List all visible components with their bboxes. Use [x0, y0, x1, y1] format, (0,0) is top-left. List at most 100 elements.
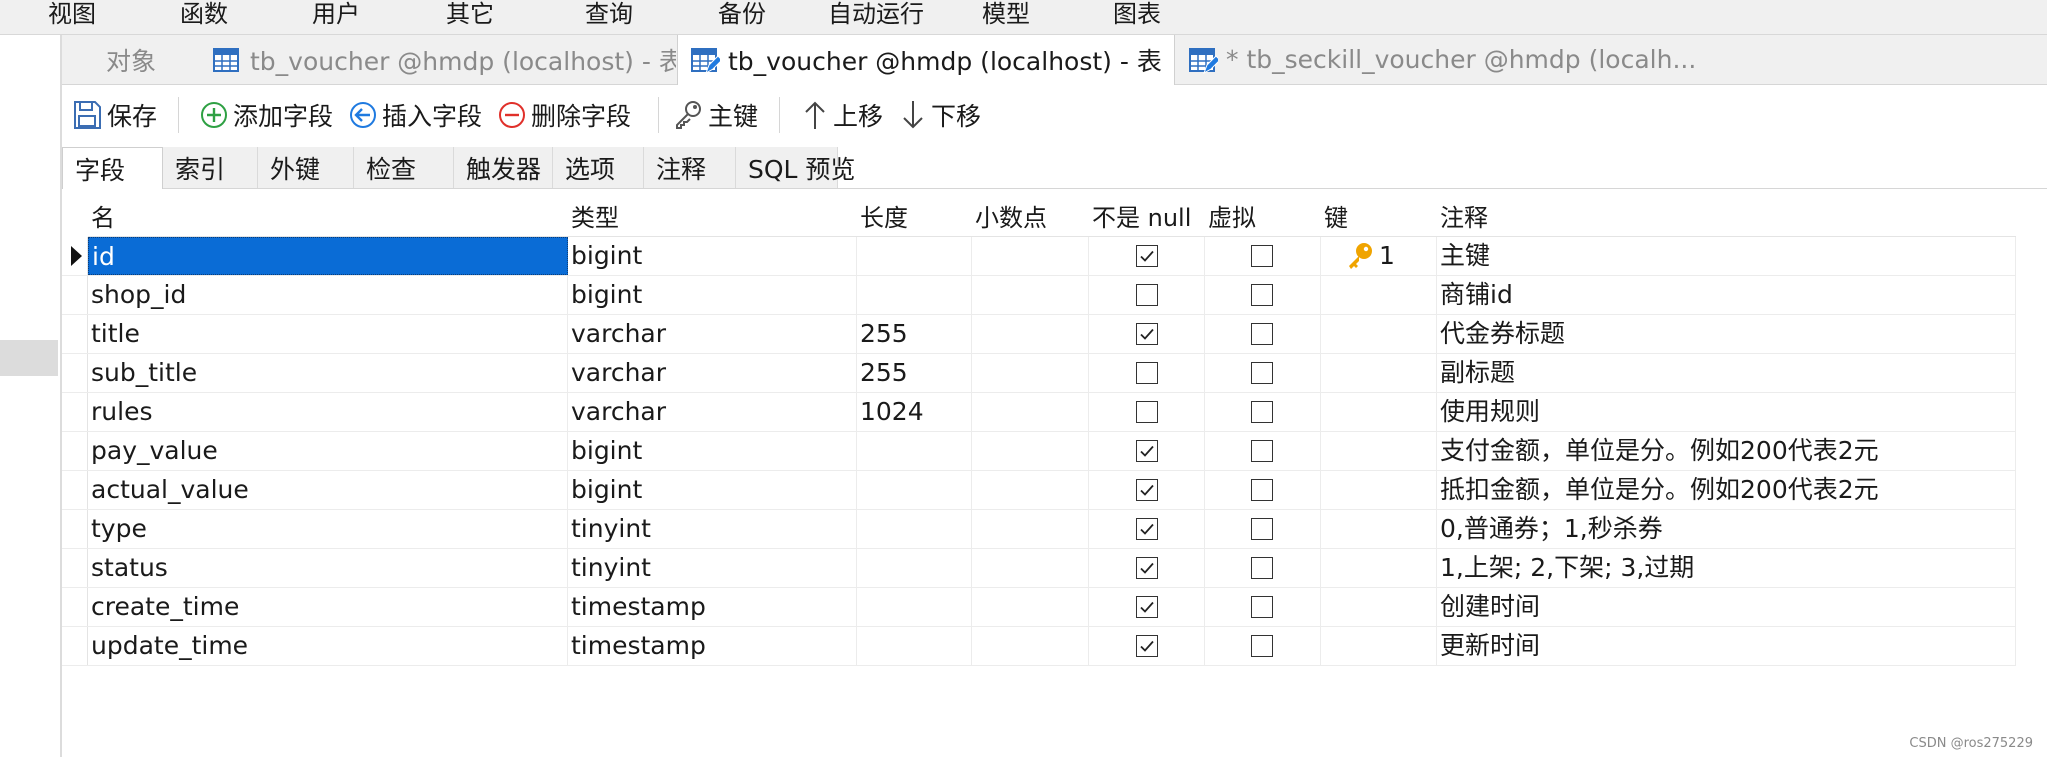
field-decimals-cell[interactable] [972, 276, 1089, 314]
not-null-checkbox[interactable] [1136, 362, 1158, 384]
field-type-cell[interactable]: bigint [568, 237, 857, 275]
document-tab-2[interactable]: tb_voucher @hmdp (localhost) - 表 [677, 35, 1175, 85]
key-cell[interactable] [1321, 471, 1437, 509]
field-type-cell[interactable]: bigint [568, 471, 857, 509]
row-indicator[interactable] [62, 627, 88, 665]
table-row[interactable]: actual_value bigint 抵扣金额，单位是分。例如200代表2元 [62, 471, 2016, 510]
row-indicator[interactable] [62, 510, 88, 548]
virtual-cell[interactable] [1205, 237, 1321, 275]
virtual-cell[interactable] [1205, 627, 1321, 665]
table-row[interactable]: shop_id bigint 商铺id [62, 276, 2016, 315]
virtual-checkbox[interactable] [1251, 284, 1273, 306]
column-header-col-length[interactable]: 长度 [857, 200, 972, 237]
virtual-cell[interactable] [1205, 588, 1321, 626]
field-length-cell[interactable] [857, 549, 972, 587]
not-null-cell[interactable] [1089, 237, 1205, 275]
menu-item-3[interactable]: 其它 [446, 0, 494, 29]
key-cell[interactable] [1321, 315, 1437, 353]
field-decimals-cell[interactable] [972, 354, 1089, 392]
column-header-col-not-null[interactable]: 不是 null [1089, 200, 1205, 237]
key-cell[interactable] [1321, 354, 1437, 392]
virtual-checkbox[interactable] [1251, 440, 1273, 462]
field-comment-cell[interactable]: 主键 [1437, 237, 2016, 275]
field-decimals-cell[interactable] [972, 315, 1089, 353]
field-comment-cell[interactable]: 0,普通券；1,秒杀券 [1437, 510, 2016, 548]
menu-item-5[interactable]: 备份 [718, 0, 766, 29]
table-row[interactable]: create_time timestamp 创建时间 [62, 588, 2016, 627]
column-header-col-virtual[interactable]: 虚拟 [1205, 200, 1321, 237]
sidebar-selected-item[interactable] [0, 340, 58, 376]
field-length-cell[interactable] [857, 237, 972, 275]
field-comment-cell[interactable]: 商铺id [1437, 276, 2016, 314]
field-comment-cell[interactable]: 更新时间 [1437, 627, 2016, 665]
field-type-cell[interactable]: bigint [568, 276, 857, 314]
document-tab-3[interactable]: * tb_seckill_voucher @hmdp (localh... [1176, 35, 1700, 84]
virtual-cell[interactable] [1205, 471, 1321, 509]
primary-key-button[interactable]: 主键 [672, 97, 758, 133]
key-cell[interactable] [1321, 549, 1437, 587]
field-name-cell[interactable]: title [88, 315, 568, 353]
virtual-checkbox[interactable] [1251, 479, 1273, 501]
field-length-cell[interactable] [857, 588, 972, 626]
not-null-checkbox[interactable] [1136, 557, 1158, 579]
sub-tab-7[interactable]: SQL 预览 [736, 147, 855, 188]
column-header-col-comment[interactable]: 注释 [1437, 200, 2016, 237]
not-null-checkbox[interactable] [1136, 596, 1158, 618]
table-row[interactable]: id bigint 1 主键 [62, 237, 2016, 276]
field-name-cell[interactable]: type [88, 510, 568, 548]
row-indicator[interactable] [62, 549, 88, 587]
field-decimals-cell[interactable] [972, 237, 1089, 275]
not-null-cell[interactable] [1089, 393, 1205, 431]
add-field-button[interactable]: 添加字段 [199, 97, 333, 133]
row-indicator[interactable] [62, 393, 88, 431]
not-null-checkbox[interactable] [1136, 245, 1158, 267]
field-comment-cell[interactable]: 创建时间 [1437, 588, 2016, 626]
save-button[interactable]: 保存 [71, 97, 157, 133]
virtual-cell[interactable] [1205, 276, 1321, 314]
virtual-checkbox[interactable] [1251, 245, 1273, 267]
not-null-checkbox[interactable] [1136, 518, 1158, 540]
field-name-cell[interactable]: create_time [88, 588, 568, 626]
virtual-checkbox[interactable] [1251, 596, 1273, 618]
key-cell[interactable] [1321, 393, 1437, 431]
sub-tab-2[interactable]: 外键 [258, 147, 354, 188]
table-row[interactable]: update_time timestamp 更新时间 [62, 627, 2016, 666]
field-length-cell[interactable]: 255 [857, 354, 972, 392]
virtual-checkbox[interactable] [1251, 518, 1273, 540]
virtual-cell[interactable] [1205, 432, 1321, 470]
field-name-cell[interactable]: sub_title [88, 354, 568, 392]
field-length-cell[interactable] [857, 276, 972, 314]
row-indicator[interactable] [62, 588, 88, 626]
field-comment-cell[interactable]: 抵扣金额，单位是分。例如200代表2元 [1437, 471, 2016, 509]
not-null-cell[interactable] [1089, 510, 1205, 548]
column-header-col-decimals[interactable]: 小数点 [972, 200, 1089, 237]
not-null-checkbox[interactable] [1136, 479, 1158, 501]
field-type-cell[interactable]: tinyint [568, 510, 857, 548]
virtual-cell[interactable] [1205, 393, 1321, 431]
field-type-cell[interactable]: varchar [568, 354, 857, 392]
row-indicator[interactable] [62, 354, 88, 392]
virtual-cell[interactable] [1205, 510, 1321, 548]
field-name-cell[interactable]: rules [88, 393, 568, 431]
row-indicator[interactable] [62, 432, 88, 470]
table-row[interactable]: sub_title varchar 255 副标题 [62, 354, 2016, 393]
table-row[interactable]: status tinyint 1,上架; 2,下架; 3,过期 [62, 549, 2016, 588]
menu-item-4[interactable]: 查询 [585, 0, 633, 29]
sub-tab-5[interactable]: 选项 [553, 147, 644, 188]
field-type-cell[interactable]: varchar [568, 393, 857, 431]
not-null-cell[interactable] [1089, 354, 1205, 392]
table-row[interactable]: rules varchar 1024 使用规则 [62, 393, 2016, 432]
field-comment-cell[interactable]: 代金券标题 [1437, 315, 2016, 353]
field-length-cell[interactable] [857, 510, 972, 548]
not-null-checkbox[interactable] [1136, 440, 1158, 462]
row-indicator[interactable] [62, 315, 88, 353]
column-header-col-type[interactable]: 类型 [568, 200, 857, 237]
sub-tab-3[interactable]: 检查 [354, 147, 454, 188]
not-null-checkbox[interactable] [1136, 284, 1158, 306]
menu-item-1[interactable]: 函数 [180, 0, 228, 29]
key-cell[interactable] [1321, 276, 1437, 314]
field-type-cell[interactable]: tinyint [568, 549, 857, 587]
field-name-cell[interactable]: actual_value [88, 471, 568, 509]
sub-tab-4[interactable]: 触发器 [454, 147, 553, 188]
sub-tab-6[interactable]: 注释 [644, 147, 736, 188]
